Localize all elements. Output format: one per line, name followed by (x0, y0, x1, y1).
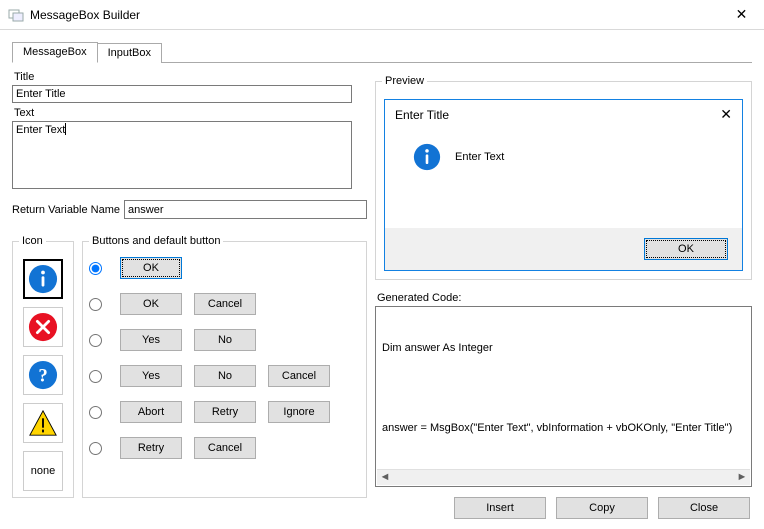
generated-code-box[interactable]: Dim answer As Integer answer = MsgBox("E… (375, 306, 752, 487)
info-icon (28, 264, 58, 294)
return-var-label: Return Variable Name (12, 204, 120, 216)
radio-okcancel[interactable] (89, 298, 102, 311)
radio-okonly[interactable] (89, 262, 102, 275)
title-label: Title (14, 71, 367, 83)
svg-text:?: ? (38, 366, 47, 387)
yesnocancel-cancel-button[interactable]: Cancel (268, 365, 330, 387)
buttonset-okcancel: OK Cancel (89, 293, 360, 315)
yesnocancel-no-button[interactable]: No (194, 365, 256, 387)
buttonset-okonly: OK (89, 257, 360, 279)
return-var-input[interactable] (124, 200, 367, 219)
copy-button[interactable]: Copy (556, 497, 648, 519)
horizontal-scrollbar[interactable]: ◄ ► (377, 469, 750, 485)
buttonset-retrycancel: Retry Cancel (89, 437, 360, 459)
code-line-2: answer = MsgBox("Enter Text", vbInformat… (382, 421, 745, 436)
buttonset-yesno: Yes No (89, 329, 360, 351)
preview-info-icon (413, 143, 441, 171)
buttonset-abortretryignore: Abort Retry Ignore (89, 401, 360, 423)
icon-option-information[interactable] (23, 259, 63, 299)
close-button[interactable]: Close (658, 497, 750, 519)
none-icon-label: none (31, 465, 55, 477)
error-icon (28, 312, 58, 342)
icon-option-critical[interactable] (23, 307, 63, 347)
ari-retry-button[interactable]: Retry (194, 401, 256, 423)
yesno-no-button[interactable]: No (194, 329, 256, 351)
icon-legend: Icon (19, 235, 46, 247)
preview-close-icon[interactable]: ✕ (720, 106, 732, 123)
ari-ignore-button[interactable]: Ignore (268, 401, 330, 423)
yesnocancel-yes-button[interactable]: Yes (120, 365, 182, 387)
insert-button[interactable]: Insert (454, 497, 546, 519)
code-line-1: Dim answer As Integer (382, 341, 745, 356)
okcancel-ok-button[interactable]: OK (120, 293, 182, 315)
title-input[interactable] (12, 85, 352, 103)
buttons-legend: Buttons and default button (89, 235, 223, 247)
okcancel-cancel-button[interactable]: Cancel (194, 293, 256, 315)
question-icon: ? (28, 360, 58, 390)
preview-ok-button[interactable]: OK (644, 238, 728, 260)
icon-option-exclamation[interactable] (23, 403, 63, 443)
buttons-group: Buttons and default button OK OK Cancel (82, 235, 367, 498)
text-label: Text (14, 107, 367, 119)
radio-retrycancel[interactable] (89, 442, 102, 455)
preview-legend: Preview (382, 75, 427, 87)
window-title: MessageBox Builder (30, 8, 140, 22)
close-icon: ✕ (736, 6, 748, 23)
tabstrip: MessageBox InputBox (12, 40, 752, 63)
radio-abortretryignore[interactable] (89, 406, 102, 419)
text-textarea[interactable] (12, 121, 352, 189)
buttonset-yesnocancel: Yes No Cancel (89, 365, 360, 387)
window-close-button[interactable]: ✕ (719, 0, 764, 30)
radio-yesno[interactable] (89, 334, 102, 347)
rc-cancel-button[interactable]: Cancel (194, 437, 256, 459)
tab-inputbox[interactable]: InputBox (97, 43, 162, 63)
scroll-left-icon[interactable]: ◄ (377, 470, 393, 486)
icon-group: Icon (12, 235, 74, 498)
ari-abort-button[interactable]: Abort (120, 401, 182, 423)
icon-option-question[interactable]: ? (23, 355, 63, 395)
window-titlebar: MessageBox Builder ✕ (0, 0, 764, 30)
generated-code-label: Generated Code: (377, 292, 752, 304)
default-ok-button[interactable]: OK (120, 257, 182, 279)
tab-messagebox[interactable]: MessageBox (12, 42, 98, 63)
yesno-yes-button[interactable]: Yes (120, 329, 182, 351)
preview-group: Preview Enter Title ✕ (375, 75, 752, 280)
preview-message-text: Enter Text (455, 151, 504, 163)
radio-yesnocancel[interactable] (89, 370, 102, 383)
warning-icon (28, 408, 58, 438)
preview-title-text: Enter Title (395, 108, 449, 122)
rc-retry-button[interactable]: Retry (120, 437, 182, 459)
preview-dialog: Enter Title ✕ Enter Text (384, 99, 743, 271)
app-icon (8, 7, 24, 23)
scroll-right-icon[interactable]: ► (734, 470, 750, 486)
icon-option-none[interactable]: none (23, 451, 63, 491)
